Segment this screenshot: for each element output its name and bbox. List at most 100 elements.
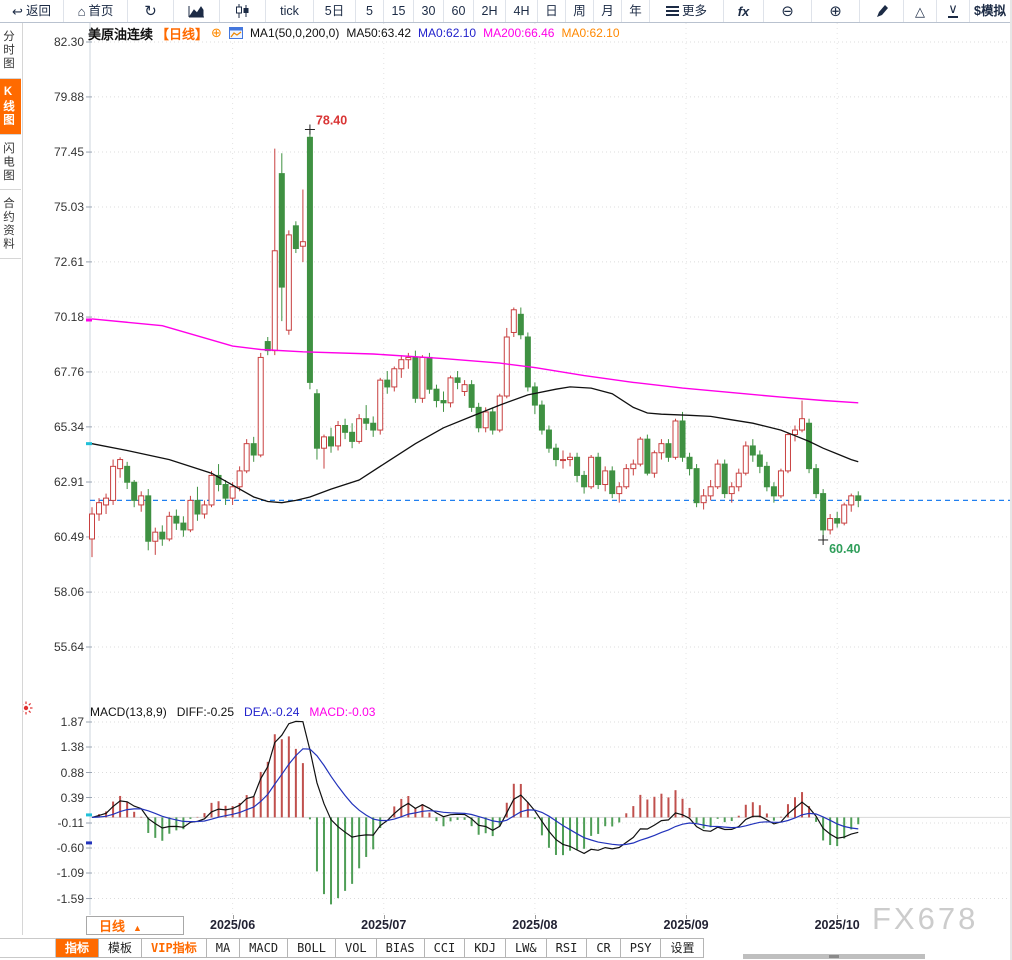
scrollbar-grip bbox=[829, 955, 839, 958]
sidebar-item-timeshare[interactable]: 分时图 bbox=[0, 23, 21, 79]
check-tool-button[interactable]: ∨ bbox=[937, 0, 970, 22]
tab-indicator[interactable]: 指标 bbox=[56, 938, 99, 958]
candle bbox=[729, 487, 734, 494]
tab-macd[interactable]: MACD bbox=[240, 938, 288, 958]
candle bbox=[272, 251, 277, 351]
candle bbox=[631, 464, 636, 469]
tab-vip-indicator[interactable]: VIP指标 bbox=[142, 938, 207, 958]
tab-cr[interactable]: CR bbox=[587, 938, 620, 958]
candle bbox=[610, 471, 615, 494]
ma0-blue-value: MA0:62.10 bbox=[418, 26, 476, 40]
triangle-tool-button[interactable]: △ bbox=[904, 0, 937, 22]
fx-functions-button[interactable]: fx bbox=[724, 0, 764, 22]
simulate-trade-button[interactable]: $模拟 bbox=[970, 0, 1012, 22]
candle bbox=[814, 469, 819, 494]
candle bbox=[546, 430, 551, 448]
tab-ma[interactable]: MA bbox=[207, 938, 240, 958]
main-chart-canvas[interactable]: 78.4060.40 bbox=[0, 23, 1012, 703]
tab-settings[interactable]: 设置 bbox=[661, 938, 704, 958]
candle bbox=[371, 423, 376, 430]
candle bbox=[118, 460, 123, 469]
price-axis-label: 67.76 bbox=[18, 365, 84, 379]
candlestick-icon bbox=[235, 4, 250, 18]
macd-axis-label: -0.11 bbox=[18, 816, 84, 830]
more-button[interactable]: 更多 bbox=[650, 0, 724, 22]
home-icon: ⌂ bbox=[78, 5, 86, 18]
back-button[interactable]: ↩返回 bbox=[0, 0, 64, 22]
candle bbox=[413, 357, 418, 398]
tabbar-spacer bbox=[0, 938, 56, 958]
horizontal-scrollbar[interactable] bbox=[743, 954, 925, 959]
add-indicator-icon[interactable]: ⊕ bbox=[211, 25, 222, 41]
tick-button[interactable]: tick bbox=[266, 0, 314, 22]
left-sidebar: 分时图 K线图 闪电图 合约资料 bbox=[0, 23, 23, 935]
tab-bias[interactable]: BIAS bbox=[377, 938, 425, 958]
ma0-orange-value: MA0:62.10 bbox=[561, 26, 619, 40]
tab-kdj[interactable]: KDJ bbox=[465, 938, 506, 958]
candle bbox=[764, 466, 769, 486]
period-month-button[interactable]: 月 bbox=[594, 0, 622, 22]
candle bbox=[490, 412, 495, 430]
candle bbox=[146, 496, 151, 541]
tab-psy[interactable]: PSY bbox=[621, 938, 662, 958]
candle bbox=[350, 432, 355, 441]
candle bbox=[336, 426, 341, 446]
candle bbox=[525, 337, 530, 387]
macd-canvas[interactable] bbox=[0, 703, 1012, 915]
macd-axis-label: -1.09 bbox=[18, 866, 84, 880]
tab-cci[interactable]: CCI bbox=[425, 938, 466, 958]
sidebar-item-kline[interactable]: K线图 bbox=[0, 79, 21, 135]
period-60m-button[interactable]: 60 bbox=[444, 0, 474, 22]
period-year-button[interactable]: 年 bbox=[622, 0, 650, 22]
candle bbox=[856, 496, 861, 501]
pencil-icon bbox=[875, 4, 889, 18]
candle bbox=[230, 487, 235, 498]
zoom-in-button[interactable]: ⊕ bbox=[812, 0, 860, 22]
tab-lw[interactable]: LW& bbox=[506, 938, 547, 958]
period-5day-button[interactable]: 5日 bbox=[314, 0, 356, 22]
candle bbox=[645, 439, 650, 473]
draw-button[interactable] bbox=[860, 0, 904, 22]
home-button[interactable]: ⌂首页 bbox=[64, 0, 128, 22]
price-axis-label: 77.45 bbox=[18, 145, 84, 159]
candle bbox=[195, 500, 200, 514]
price-axis-label: 75.03 bbox=[18, 200, 84, 214]
candle bbox=[757, 455, 762, 466]
refresh-button[interactable]: ↻ bbox=[128, 0, 174, 22]
period-30m-button[interactable]: 30 bbox=[414, 0, 444, 22]
period-2h-button[interactable]: 2H bbox=[474, 0, 506, 22]
fx-icon: fx bbox=[738, 1, 750, 22]
period-week-button[interactable]: 周 bbox=[566, 0, 594, 22]
macd-axis-label: 0.39 bbox=[18, 791, 84, 805]
candle bbox=[434, 389, 439, 400]
tab-template[interactable]: 模板 bbox=[99, 938, 142, 958]
period-15m-button[interactable]: 15 bbox=[384, 0, 414, 22]
period-selector[interactable]: 日线▲ bbox=[86, 916, 184, 935]
sidebar-item-contract-info[interactable]: 合约资料 bbox=[0, 190, 21, 259]
candle bbox=[385, 380, 390, 387]
candle bbox=[279, 174, 284, 287]
macd-axis-label: 1.38 bbox=[18, 740, 84, 754]
candle bbox=[160, 532, 165, 539]
zoom-out-button[interactable]: ⊖ bbox=[764, 0, 812, 22]
candle bbox=[181, 523, 186, 530]
tab-vol[interactable]: VOL bbox=[336, 938, 377, 958]
area-chart-button[interactable] bbox=[174, 0, 220, 22]
candle bbox=[582, 475, 587, 486]
candle bbox=[743, 446, 748, 473]
candle bbox=[188, 500, 193, 530]
candlestick-button[interactable] bbox=[220, 0, 266, 22]
tab-rsi[interactable]: RSI bbox=[547, 938, 588, 958]
candle bbox=[174, 516, 179, 523]
price-axis-label: 58.06 bbox=[18, 585, 84, 599]
candle bbox=[821, 494, 826, 530]
period-5m-button[interactable]: 5 bbox=[356, 0, 384, 22]
sidebar-item-lightning[interactable]: 闪电图 bbox=[0, 135, 21, 191]
price-annotation: 78.40 bbox=[316, 114, 347, 128]
candle bbox=[104, 498, 109, 505]
tab-boll[interactable]: BOLL bbox=[288, 938, 336, 958]
period-4h-button[interactable]: 4H bbox=[506, 0, 538, 22]
candle bbox=[842, 505, 847, 523]
candle bbox=[624, 469, 629, 487]
period-day-button[interactable]: 日 bbox=[538, 0, 566, 22]
